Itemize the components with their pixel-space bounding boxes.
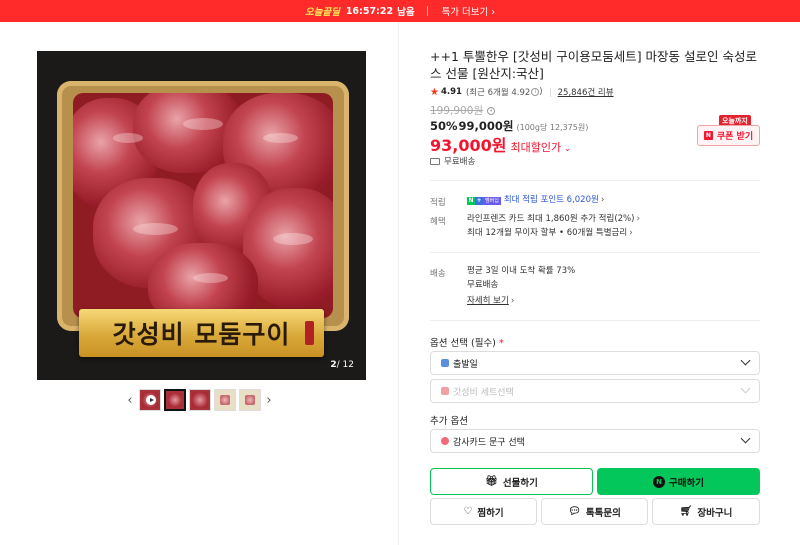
thumbnail-video[interactable] bbox=[138, 389, 161, 411]
thumbnail-image[interactable] bbox=[188, 389, 211, 411]
deal-brand: 오늘끝딜 bbox=[304, 7, 340, 18]
section-divider bbox=[430, 180, 760, 181]
sale-price: 93,000원 bbox=[430, 136, 507, 155]
required-options-title: 옵션 선택 (필수) * bbox=[430, 338, 504, 349]
rating-divider bbox=[549, 87, 551, 97]
discount-percent: 50% bbox=[430, 119, 458, 133]
deal-timer: 16:57:22 bbox=[345, 5, 394, 17]
product-label-plate: 갓성비 모둠구이 bbox=[79, 309, 324, 357]
points-text: 최대 적립 포인트 6,020원 bbox=[503, 195, 599, 205]
extra-options-title: 추가 옵션 bbox=[430, 416, 468, 427]
gift-tag-icon bbox=[441, 387, 449, 395]
banner-divider bbox=[426, 6, 428, 16]
image-counter: 2/ 12 bbox=[330, 360, 354, 370]
beef-graphic bbox=[73, 93, 333, 318]
deal-banner: 오늘끝딜 16:57:22 남음 특가 더보기 › bbox=[0, 0, 800, 22]
departure-date-select[interactable]: 출발일 bbox=[430, 351, 760, 375]
delivery-estimate: 평균 3일 이내 도착 확률 73% bbox=[467, 266, 576, 276]
review-count-link[interactable]: 25,846건 리뷰 bbox=[558, 86, 614, 98]
more-deals-link[interactable]: 특가 더보기 › bbox=[442, 4, 496, 18]
thumbnail-strip: ‹ › bbox=[123, 389, 276, 411]
cart-button[interactable]: 🛒︎ 장바구니 bbox=[652, 498, 760, 525]
naver-n-icon: N bbox=[653, 475, 666, 488]
chevron-down-icon: ⌄ bbox=[564, 144, 571, 153]
chevron-right-icon: › bbox=[600, 195, 605, 205]
delivery-fee: 무료배송 bbox=[467, 280, 499, 290]
rating-row: ★ 4.91 (최근 6개월 4.92 i) 25,846건 리뷰 bbox=[430, 86, 614, 99]
thumbnail-image[interactable] bbox=[238, 389, 261, 411]
calendar-icon bbox=[441, 359, 449, 367]
thumbnail-prev-button[interactable]: ‹ bbox=[123, 389, 137, 411]
chevron-down-icon bbox=[740, 355, 751, 366]
section-divider bbox=[430, 320, 760, 321]
naver-membership-icon: N + 멤버십 bbox=[467, 197, 501, 205]
rating-recent: (최근 6개월 4.92 bbox=[465, 88, 531, 98]
naver-n-icon: N bbox=[703, 131, 713, 140]
thumbnail-image[interactable] bbox=[213, 389, 236, 411]
benefits-label: 혜택 bbox=[430, 217, 446, 227]
wish-button[interactable]: ♡ 찜하기 bbox=[430, 498, 537, 525]
product-main-image[interactable]: 갓성비 모둠구이 2/ 12 bbox=[37, 51, 366, 380]
card-benefit-link[interactable]: 라인프렌즈 카드 최대 1,860원 추가 적립(2%) › bbox=[467, 212, 640, 226]
gift-icon: 🎁︎ bbox=[485, 476, 498, 487]
chevron-right-icon: › bbox=[629, 228, 633, 238]
coupon-button[interactable]: N 쿠폰 받기 bbox=[697, 125, 760, 146]
label-plate-text: 갓성비 모둠구이 bbox=[112, 320, 291, 349]
chevron-right-icon: › bbox=[491, 7, 496, 18]
play-icon bbox=[145, 395, 156, 405]
shipping-summary: 무료배송 bbox=[430, 155, 475, 167]
installment-link[interactable]: 최대 12개월 무이자 할부 • 60개월 특별금리 › bbox=[467, 226, 633, 240]
chevron-right-icon: › bbox=[510, 296, 515, 306]
original-price: 199,900원 i bbox=[430, 103, 496, 118]
chevron-down-icon bbox=[740, 433, 751, 444]
section-divider bbox=[430, 252, 760, 253]
rating-value: 4.91 bbox=[440, 87, 462, 97]
truck-icon bbox=[430, 157, 440, 165]
thumbnail-next-button[interactable]: › bbox=[262, 389, 276, 411]
buy-button[interactable]: N 구매하기 bbox=[597, 468, 760, 495]
star-icon: ★ bbox=[430, 86, 439, 98]
points-label: 적립 bbox=[430, 198, 446, 208]
delivery-label: 배송 bbox=[430, 269, 446, 279]
column-divider bbox=[398, 22, 399, 545]
points-row[interactable]: N + 멤버십 최대 적립 포인트 6,020원 › bbox=[467, 193, 604, 207]
deal-timer-suffix: 남음 bbox=[397, 7, 415, 18]
sale-price-label: 최대할인가 bbox=[510, 141, 562, 154]
seal-stamp bbox=[305, 321, 314, 345]
chevron-right-icon: › bbox=[636, 214, 641, 224]
card-message-select[interactable]: 감사카드 문구 선택 bbox=[430, 429, 760, 453]
delivery-details-link[interactable]: 자세히 보기 › bbox=[467, 294, 514, 308]
chevron-down-icon bbox=[740, 383, 751, 394]
talk-inquiry-button[interactable]: 💬︎ 톡톡문의 bbox=[541, 498, 648, 525]
thumbnail-image[interactable] bbox=[163, 389, 186, 411]
product-title: ++1 투뿔한우 [갓성비 구이용모둠세트] 마장동 설로인 숙성로스 선물 [… bbox=[430, 49, 757, 81]
max-discount-row[interactable]: 93,000원 최대할인가 ⌄ bbox=[430, 132, 571, 156]
price-info-icon[interactable]: i bbox=[487, 106, 496, 115]
heart-icon: ♡ bbox=[463, 506, 473, 517]
set-select[interactable]: 갓성비 세트선택 bbox=[430, 379, 760, 403]
cart-icon: 🛒︎ bbox=[679, 506, 693, 517]
chat-bubble-icon: 💬︎ bbox=[568, 506, 581, 517]
coupon-label: 쿠폰 받기 bbox=[716, 132, 754, 142]
info-icon[interactable]: i bbox=[531, 88, 540, 96]
heart-letter-icon bbox=[441, 437, 449, 445]
gift-button[interactable]: 🎁︎ 선물하기 bbox=[430, 468, 593, 495]
